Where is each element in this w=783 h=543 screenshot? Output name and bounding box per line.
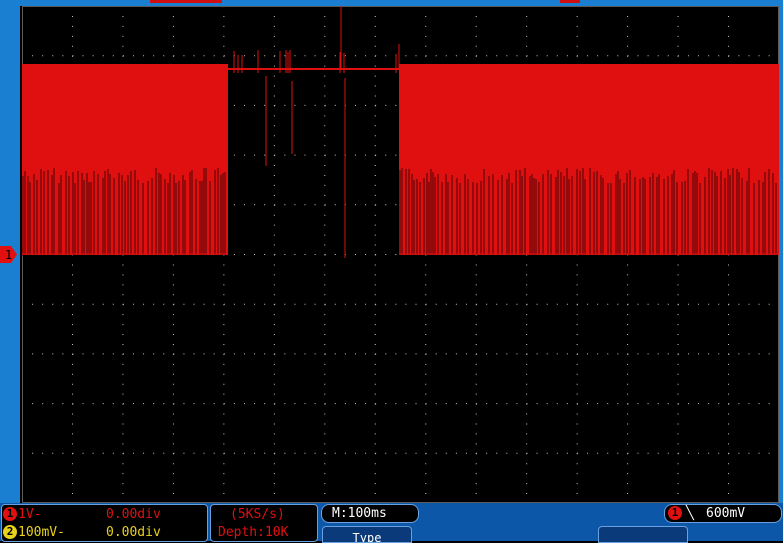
oscilloscope-screen: 1 (0, 0, 783, 541)
status-bar: 1 1V- 0.00div 2 100mV- 0.00div (5KS/s) D… (0, 503, 783, 543)
ch2-scale: 100mV- (18, 525, 65, 540)
ch1-waveform-trace (22, 6, 779, 258)
ch2-position: 0.00div (106, 525, 161, 540)
right-frame-bar (779, 0, 783, 503)
ch1-marker-label: 1 (5, 248, 12, 262)
memory-depth: Depth:10K (218, 525, 289, 540)
type-softkey[interactable]: Type (322, 526, 412, 543)
timebase-label: M:100ms (332, 506, 387, 521)
trigger-source-badge: 1 (668, 506, 682, 520)
softkey-blank[interactable] (598, 526, 688, 543)
top-marker-left (150, 0, 222, 3)
ch1-position: 0.00div (106, 507, 161, 522)
sample-rate: (5KS/s) (230, 507, 285, 522)
falling-edge-icon: ╲ (686, 506, 694, 521)
ch1-ground-marker-icon[interactable]: 1 (0, 246, 17, 263)
top-marker-right (560, 0, 580, 3)
waveform-display (22, 6, 779, 503)
ch2-badge: 2 (3, 525, 17, 539)
ch1-badge: 1 (3, 507, 17, 521)
trigger-level: 600mV (706, 506, 746, 521)
ch1-scale: 1V- (18, 507, 42, 522)
burst-fill (399, 64, 779, 255)
